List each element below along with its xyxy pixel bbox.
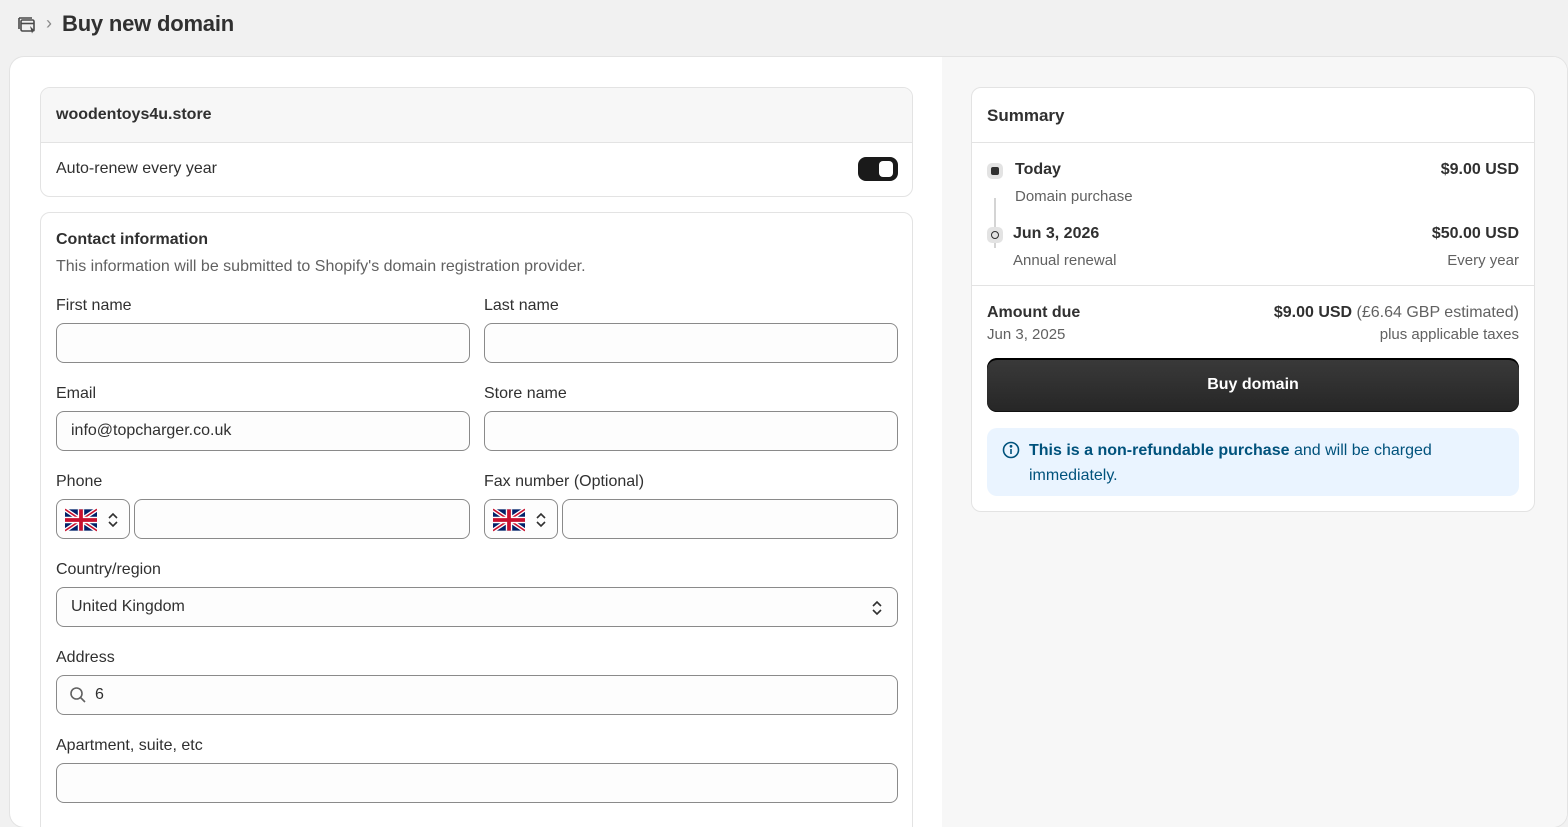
page-title: Buy new domain xyxy=(62,11,234,36)
country-select[interactable]: United Kingdom xyxy=(56,587,898,627)
timeline-today-desc: Domain purchase xyxy=(1015,188,1133,205)
country-select-value: United Kingdom xyxy=(71,598,185,615)
store-name-label: Store name xyxy=(484,385,567,402)
phone-label: Phone xyxy=(56,473,103,490)
search-icon xyxy=(70,687,86,703)
auto-renew-label: Auto-renew every year xyxy=(56,160,217,177)
fax-country-select[interactable] xyxy=(484,499,558,539)
timeline-today-date: Today xyxy=(1015,161,1061,178)
address-field xyxy=(56,675,898,715)
uk-flag-icon xyxy=(65,508,97,532)
timeline-renewal-amount: $50.00 USD xyxy=(1431,225,1519,242)
amount-due-label: Amount due xyxy=(987,304,1081,321)
summary-card: Summary Today Domain purchase $9.00 USD … xyxy=(971,87,1535,512)
info-icon xyxy=(1002,441,1020,459)
email-label: Email xyxy=(56,385,97,402)
domain-name: woodentoys4u.store xyxy=(56,106,212,123)
amount-due-value: $9.00 USD xyxy=(1273,304,1353,321)
auto-renew-toggle[interactable] xyxy=(858,157,898,181)
chevron-updown-icon xyxy=(872,600,882,616)
phone-input[interactable] xyxy=(134,499,470,539)
timeline-dot-today xyxy=(987,163,1003,179)
summary-divider xyxy=(972,142,1534,143)
domain-card: woodentoys4u.store Auto-renew every year xyxy=(40,87,913,197)
fax-label: Fax number (Optional) xyxy=(484,473,645,490)
amount-due-date: Jun 3, 2025 xyxy=(987,326,1066,343)
amount-due-estimate: (£6.64 GBP estimated) xyxy=(1356,304,1519,321)
summary-divider xyxy=(972,285,1534,286)
domains-icon[interactable] xyxy=(16,14,40,38)
contact-card: Contact information This information wil… xyxy=(40,212,913,827)
buy-domain-button[interactable]: Buy domain xyxy=(987,358,1519,412)
country-label: Country/region xyxy=(56,561,161,578)
first-name-input[interactable] xyxy=(56,323,470,363)
last-name-label: Last name xyxy=(484,297,559,314)
domain-card-header: woodentoys4u.store xyxy=(41,88,912,143)
last-name-input[interactable] xyxy=(484,323,898,363)
timeline-renewal-date: Jun 3, 2026 xyxy=(1013,225,1100,242)
non-refundable-notice: This is a non-refundable purchase and wi… xyxy=(987,428,1519,496)
toggle-knob xyxy=(879,161,893,177)
apartment-label: Apartment, suite, etc xyxy=(56,737,203,754)
timeline-dot-renewal xyxy=(987,227,1003,243)
summary-title: Summary xyxy=(987,106,1065,125)
amount-due-taxes: plus applicable taxes xyxy=(1379,326,1519,343)
store-name-input[interactable] xyxy=(484,411,898,451)
uk-flag-icon xyxy=(493,508,525,532)
contact-title: Contact information xyxy=(56,231,208,248)
timeline-renewal-note: Every year xyxy=(1447,252,1519,269)
address-input[interactable] xyxy=(56,675,898,715)
contact-description: This information will be submitted to Sh… xyxy=(56,258,586,275)
breadcrumb-separator: › xyxy=(46,13,52,33)
fax-input[interactable] xyxy=(562,499,898,539)
address-label: Address xyxy=(56,649,115,666)
chevron-updown-icon xyxy=(536,512,546,528)
first-name-label: First name xyxy=(56,297,132,314)
chevron-updown-icon xyxy=(108,512,118,528)
top-bar: › Buy new domain xyxy=(0,0,1568,50)
email-input[interactable] xyxy=(56,411,470,451)
apartment-input[interactable] xyxy=(56,763,898,803)
phone-country-select[interactable] xyxy=(56,499,130,539)
timeline-renewal-desc: Annual renewal xyxy=(1013,252,1117,269)
main-panel: woodentoys4u.store Auto-renew every year… xyxy=(10,57,1567,827)
amount-due-line: $9.00 USD (£6.64 GBP estimated) xyxy=(1274,304,1519,322)
notice-text-bold: This is a non-refundable purchase xyxy=(1029,442,1290,459)
notice-text: This is a non-refundable purchase and wi… xyxy=(1029,438,1499,488)
timeline-today-amount: $9.00 USD xyxy=(1440,161,1519,178)
